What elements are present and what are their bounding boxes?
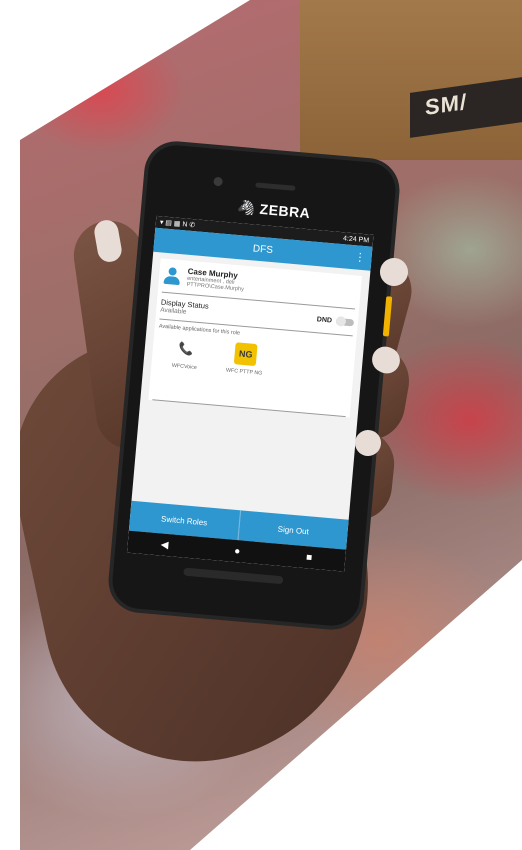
user-info: Case Murphy entertainment , deli PTTPRO\…	[186, 267, 245, 293]
divider	[152, 399, 346, 418]
device-screen: ▾ ▤ ▦ N ✆ 4:24 PM DFS ⋮ Case Murphy ente…	[126, 215, 374, 572]
app-wfcvoice[interactable]: 📞 WFCVoice	[159, 336, 212, 372]
home-icon[interactable]: ●	[234, 545, 241, 556]
ptt-ng-icon: NG	[233, 342, 258, 367]
status-time: 4:24 PM	[342, 234, 370, 244]
dnd-label: DND	[316, 315, 333, 325]
back-icon[interactable]: ◀	[160, 539, 169, 551]
camera-icon	[213, 176, 224, 187]
person-icon	[162, 265, 182, 286]
app-name: WFC PTTP NG	[225, 367, 263, 377]
zebra-logo-icon: 🦓	[236, 198, 257, 217]
speaker-grill	[255, 182, 296, 191]
app-title: DFS	[252, 242, 274, 256]
recents-icon[interactable]: ■	[306, 552, 313, 563]
more-vert-icon[interactable]: ⋮	[354, 250, 366, 264]
notification-icons: ▾ ▤ ▦ N ✆	[159, 219, 196, 230]
profile-card: Case Murphy entertainment , deli PTTPRO\…	[148, 258, 362, 418]
app-wfc-pttp-ng[interactable]: NG WFC PTTP NG	[219, 341, 272, 377]
app-name: WFCVoice	[171, 362, 198, 371]
bottom-speaker-grill	[183, 567, 284, 585]
mobile-device: 🦓 ZEBRA ▾ ▤ ▦ N ✆ 4:24 PM DFS ⋮ Case Mur…	[110, 143, 398, 628]
brand-text: ZEBRA	[259, 200, 311, 222]
dnd-toggle[interactable]	[335, 315, 355, 327]
background-photo: SM/ 🦓 ZEBRA ▾ ▤ ▦ N ✆ 4:24 PM DFS ⋮ Case…	[20, 0, 522, 850]
dnd-control[interactable]: DND	[316, 315, 355, 327]
brand-logo: 🦓 ZEBRA	[237, 199, 311, 222]
phone-wave-icon: 📞	[177, 341, 194, 357]
